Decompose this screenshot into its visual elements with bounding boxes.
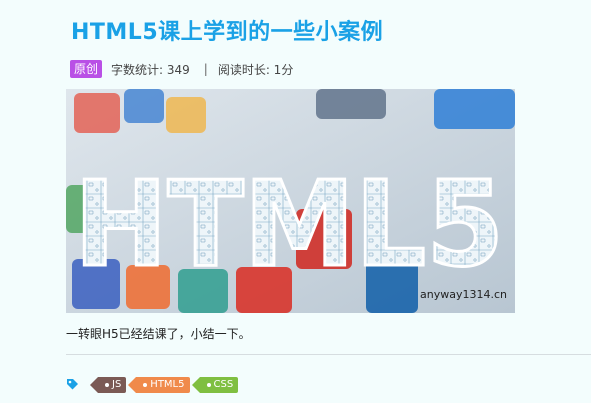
tag-label: CSS xyxy=(213,379,234,390)
tag-list: JS HTML5 CSS xyxy=(66,376,239,395)
tag-dot xyxy=(143,383,148,387)
cover-watermark: anyway1314.cn xyxy=(420,288,507,301)
tag-css[interactable]: CSS xyxy=(191,377,239,393)
tag-html5[interactable]: HTML5 xyxy=(128,377,190,393)
tag-js[interactable]: JS xyxy=(89,377,127,393)
cover-title-text: HTML5 xyxy=(74,155,504,293)
word-count: 字数统计: 349 xyxy=(111,62,190,77)
tag-label: HTML5 xyxy=(150,379,185,390)
original-badge: 原创 xyxy=(70,60,103,78)
post-summary: 一转眼H5已经结课了，小结一下。 xyxy=(66,327,251,341)
tag-dot xyxy=(105,383,109,387)
cover-illustration: HTML5 xyxy=(66,89,515,313)
tag-icon xyxy=(66,376,79,395)
divider xyxy=(66,354,591,355)
read-time: 阅读时长: 1分 xyxy=(217,62,294,77)
tag-dot xyxy=(206,383,211,387)
meta-separator: | xyxy=(203,62,208,76)
post-title[interactable]: HTML5课上学到的一些小案例 xyxy=(71,14,383,46)
cover-image[interactable]: HTML5 anyway1314.cn xyxy=(66,89,515,313)
post-meta: 原创 字数统计: 349 | 阅读时长: 1分 xyxy=(70,60,293,78)
tag-label: JS xyxy=(112,379,122,390)
